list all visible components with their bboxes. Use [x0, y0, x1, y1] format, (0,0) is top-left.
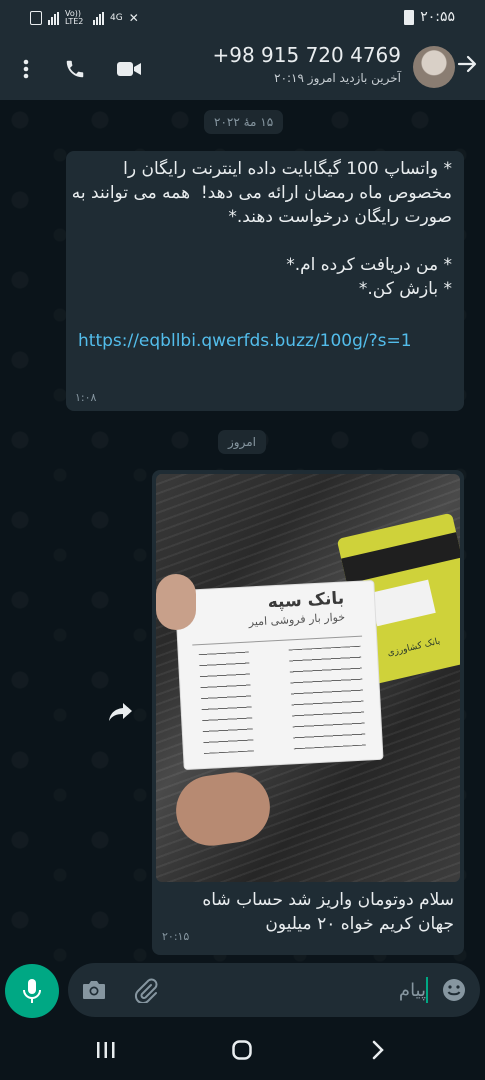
battery-icon: [404, 9, 415, 25]
emoji-icon[interactable]: [440, 976, 468, 1004]
message-input[interactable]: [226, 978, 426, 1002]
card-signature-panel: [369, 579, 436, 627]
camera-icon[interactable]: [80, 976, 108, 1004]
date-chip: ۱۵ مهٔ ۲۰۲۲: [204, 110, 284, 134]
message-composer[interactable]: [68, 963, 480, 1017]
receipt-divider: [192, 635, 363, 646]
network-label: Vo)) LTE2: [65, 9, 84, 26]
receipt-numbers: [198, 651, 254, 755]
mic-icon: [23, 979, 41, 1003]
message-text: * واتساپ 100 گیگابایت داده اینترنت رایگا…: [71, 159, 452, 299]
video-call-icon[interactable]: [115, 55, 143, 83]
text-cursor: [426, 977, 428, 1003]
mute-icon: ✕: [128, 11, 139, 25]
network-type: 4G: [110, 13, 123, 23]
message-caption: سلام دوتومان واریز شد حساب شاه جهان کریم…: [202, 890, 454, 934]
card-magnetic-stripe: [341, 532, 460, 585]
gallery-notification-icon: [30, 11, 42, 25]
signal-icon: [48, 11, 59, 25]
receipt-bank-name: بانک سپه: [267, 588, 345, 613]
system-navigation-bar: [0, 1020, 485, 1080]
chat-header: +98 915 720 4769 آخرین بازدید امروز ۲۰:۱…: [0, 38, 485, 100]
card-logo-text: بانک کشاورزی: [386, 636, 442, 659]
contact-name[interactable]: +98 915 720 4769: [212, 43, 401, 67]
clock: ۲۰:۵۵: [420, 9, 455, 25]
message-bubble-1[interactable]: * واتساپ 100 گیگابایت داده اینترنت رایگا…: [66, 151, 464, 411]
status-bar: Vo)) LTE2 4G ✕ ۲۰:۵۵: [0, 0, 485, 38]
voice-call-icon[interactable]: [61, 55, 89, 83]
back-arrow-icon[interactable]: [455, 52, 479, 76]
date-chip-today: امروز: [218, 430, 266, 454]
more-options-icon[interactable]: [12, 55, 40, 83]
attach-icon[interactable]: [132, 976, 160, 1004]
home-icon[interactable]: [222, 1034, 262, 1066]
receipt-store: خوار بار فروشی امیر: [248, 610, 346, 629]
last-seen-status[interactable]: آخرین بازدید امروز ۲۰:۱۹: [274, 71, 401, 85]
message-bubble-2[interactable]: بانک کشاورزی بانک سپه خوار بار فروشی امی…: [152, 470, 464, 955]
mic-button[interactable]: [5, 964, 59, 1018]
forward-icon[interactable]: [108, 700, 136, 728]
receipt-labels: [288, 645, 366, 750]
status-icons-right: ۲۰:۵۵: [404, 9, 455, 25]
recent-apps-icon[interactable]: [86, 1034, 126, 1066]
photo-receipt: بانک سپه خوار بار فروشی امیر: [175, 580, 383, 770]
signal-icon-2: [93, 11, 104, 25]
photo-attachment[interactable]: بانک کشاورزی بانک سپه خوار بار فروشی امی…: [156, 474, 460, 882]
photo-finger: [156, 574, 196, 630]
message-time-2: ۲۰:۱۵: [162, 930, 190, 943]
status-icons-left: Vo)) LTE2 4G ✕: [30, 10, 139, 26]
message-link[interactable]: https://eqbllbi.qwerfds.buzz/100g/?s=1: [78, 329, 460, 353]
back-nav-icon[interactable]: [358, 1034, 398, 1066]
message-time: ۱:۰۸: [75, 391, 97, 404]
avatar[interactable]: [413, 46, 455, 88]
